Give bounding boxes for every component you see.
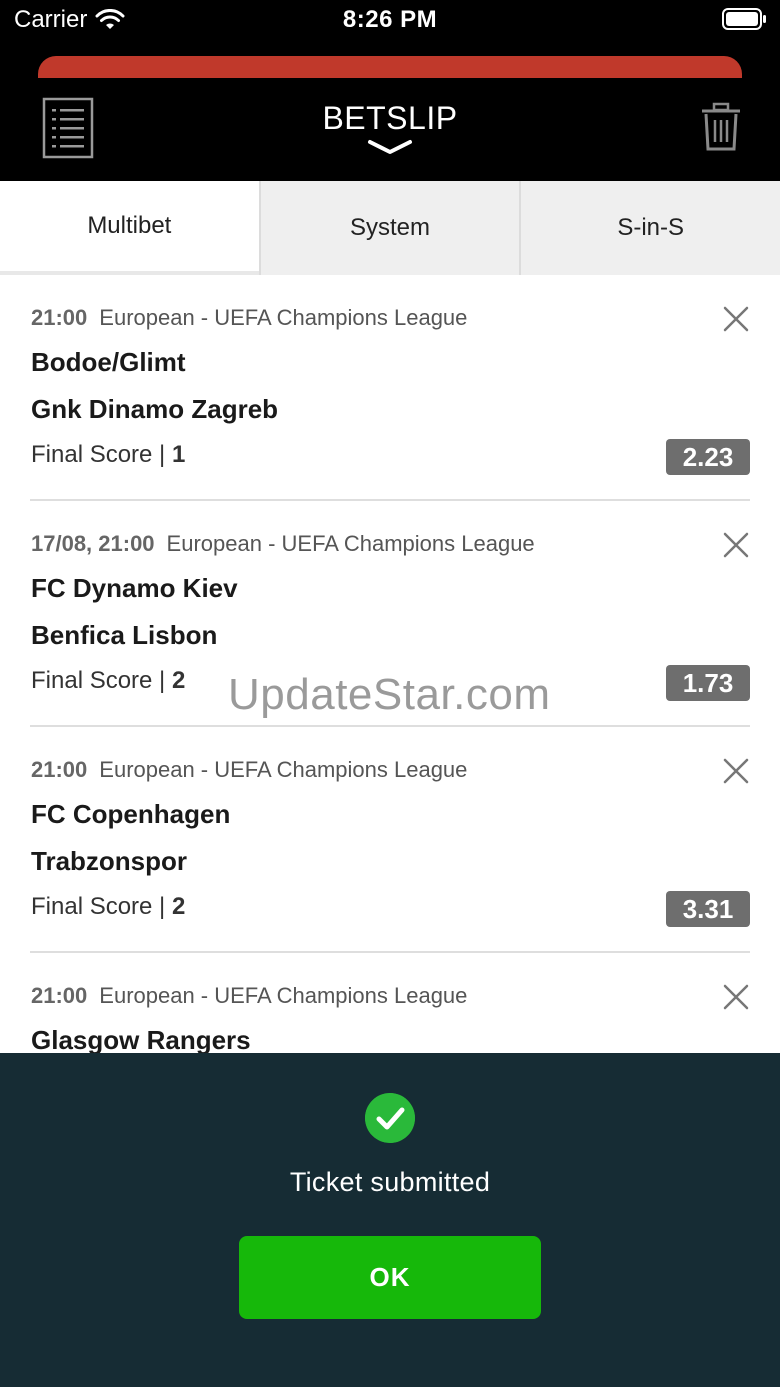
bet-item: 21:00 European - UEFA Champions League FC… (30, 727, 750, 953)
bet-time: 21:00 (31, 305, 88, 330)
home-team: FC Dynamo Kiev (31, 573, 238, 603)
bet-meta: 21:00 European - UEFA Champions League (31, 757, 467, 783)
bet-time: 21:00 (31, 983, 88, 1008)
bet-league: European - UEFA Champions League (99, 305, 468, 330)
market-label: Final Score | (31, 441, 166, 468)
status-time: 8:26 PM (342, 6, 438, 33)
bet-meta: 21:00 European - UEFA Champions League (31, 305, 467, 331)
tab-multibet[interactable]: Multibet (0, 181, 259, 275)
remove-bet-icon[interactable] (722, 531, 750, 559)
battery-icon (722, 8, 766, 30)
remove-bet-icon[interactable] (722, 305, 750, 333)
trash-icon[interactable] (700, 102, 742, 152)
bet-pick: 2 (171, 667, 186, 694)
away-team: Trabzonspor (31, 846, 188, 876)
bet-item: 17/08, 21:00 European - UEFA Champions Le… (30, 501, 750, 727)
away-team: Gnk Dinamo Zagreb (31, 394, 279, 424)
odds-badge: 2.23 (666, 439, 750, 475)
betslip-handle[interactable] (38, 56, 742, 78)
bet-time: 21:00 (31, 757, 88, 782)
bet-league: European - UEFA Champions League (166, 531, 535, 556)
odds-badge: 3.31 (666, 891, 750, 927)
bet-meta: 17/08, 21:00 European - UEFA Champions Le… (31, 531, 535, 557)
page-title: BETSLIP (322, 100, 458, 136)
market-label: Final Score | (31, 893, 166, 920)
bet-league: European - UEFA Champions League (99, 983, 468, 1008)
confirmation-panel: Ticket submitted OK (0, 1053, 780, 1387)
bet-pick: 1 (171, 441, 186, 468)
bet-list[interactable]: 21:00 European - UEFA Champions League Bo… (0, 275, 780, 1053)
bet-type-tabs: Multibet System S-in-S (0, 181, 780, 275)
bet-item: 21:00 European - UEFA Champions League Bo… (30, 275, 750, 501)
check-circle-icon (365, 1093, 415, 1143)
bet-market: Final Score | 2 (31, 893, 185, 921)
confirmation-message: Ticket submitted (289, 1167, 491, 1197)
bet-meta: 21:00 European - UEFA Champions League (31, 983, 467, 1009)
list-icon[interactable] (42, 97, 94, 159)
bet-market: Final Score | 2 (31, 667, 185, 695)
odds-badge: 1.73 (666, 665, 750, 701)
market-label: Final Score | (31, 667, 166, 694)
status-bar: Carrier 8:26 PM (0, 0, 780, 40)
tab-system[interactable]: System (258, 181, 520, 275)
home-team: Glasgow Rangers (31, 1025, 251, 1053)
bet-time: 17/08, 21:00 (31, 531, 155, 556)
bet-item: 21:00 European - UEFA Champions League Gl… (30, 953, 750, 1053)
remove-bet-icon[interactable] (722, 983, 750, 1011)
bet-pick: 2 (171, 893, 186, 920)
bet-market: Final Score | 1 (31, 441, 185, 469)
app-header: Carrier 8:26 PM BETSLIP (0, 0, 780, 181)
away-team: Benfica Lisbon (31, 620, 218, 650)
chevron-down-icon (368, 140, 412, 154)
remove-bet-icon[interactable] (722, 757, 750, 785)
ok-button[interactable]: OK (239, 1236, 541, 1319)
home-team: Bodoe/Glimt (31, 347, 186, 377)
bet-league: European - UEFA Champions League (99, 757, 468, 782)
home-team: FC Copenhagen (31, 799, 231, 829)
betslip-title-toggle[interactable]: BETSLIP (290, 100, 490, 155)
tab-s-in-s[interactable]: S-in-S (519, 181, 780, 275)
